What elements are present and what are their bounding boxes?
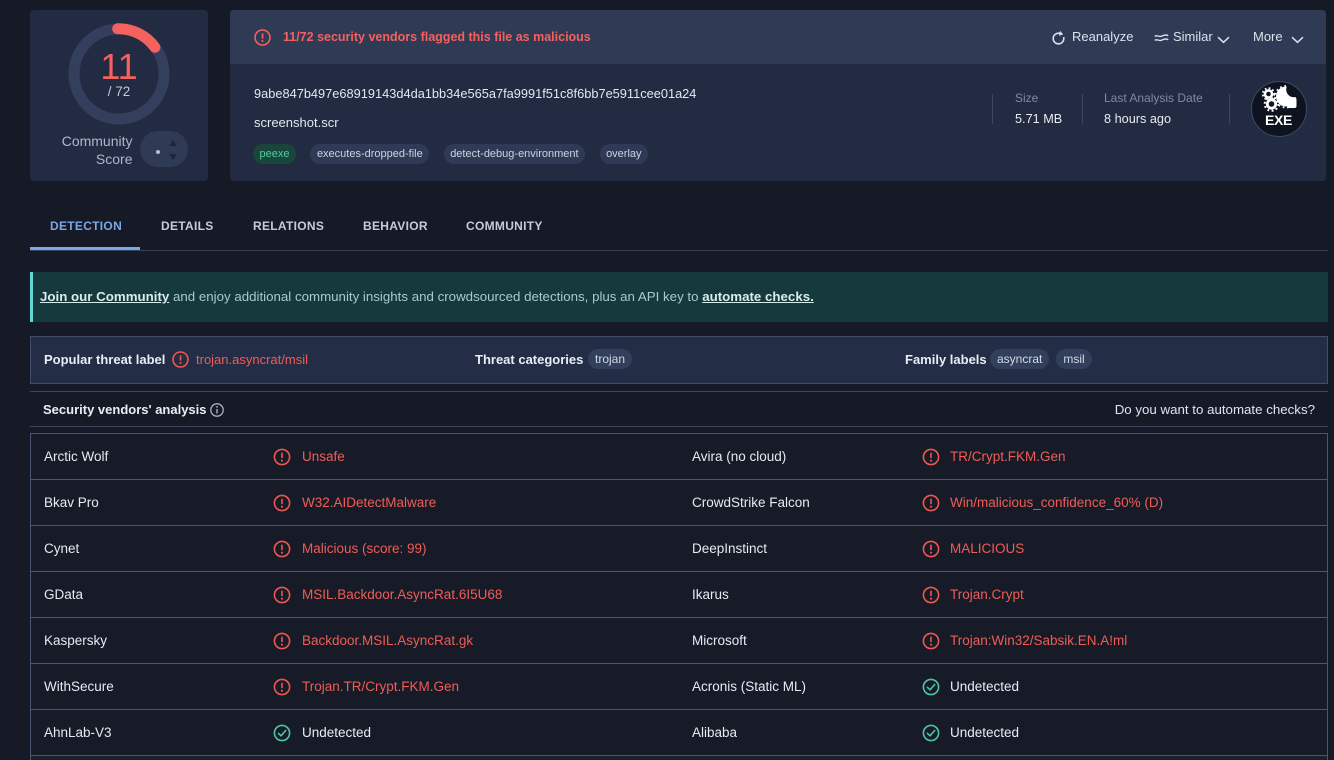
svg-text:EXE: EXE xyxy=(1265,112,1292,128)
